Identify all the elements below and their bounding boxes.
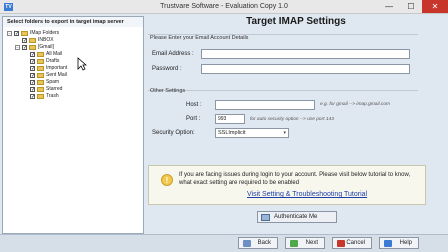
- help-button[interactable]: Help: [379, 237, 419, 249]
- footer-bar: Back Next Cancel Help: [0, 234, 448, 252]
- info-icon: !: [161, 174, 173, 186]
- cancel-x-icon: [337, 240, 345, 247]
- next-arrow-icon: [290, 240, 298, 247]
- folder-checkbox[interactable]: ✓: [14, 31, 19, 37]
- tree-item[interactable]: ✓ Sent Mail: [23, 72, 67, 79]
- folder-icon: [37, 87, 44, 92]
- collapse-toggle-icon[interactable]: −: [7, 31, 12, 36]
- port-label: Port :: [186, 116, 201, 122]
- host-hint: e.g. for gmail --> imap.gmail.com: [320, 102, 390, 107]
- email-input[interactable]: [201, 49, 410, 59]
- help-icon: [384, 240, 392, 247]
- tree-item-label: Trash: [46, 93, 59, 99]
- tutorial-link[interactable]: Visit Setting & Troubleshooting Tutorial: [247, 191, 367, 198]
- password-input[interactable]: [201, 64, 410, 74]
- back-label: Back: [257, 240, 271, 246]
- page-title: Target IMAP Settings: [246, 16, 346, 27]
- folder-icon: [21, 31, 28, 36]
- folder-checkbox[interactable]: ✓: [30, 52, 35, 58]
- folder-icon: [37, 73, 44, 78]
- host-label: Host :: [186, 102, 202, 108]
- folder-icon: [37, 52, 44, 57]
- mouse-cursor-icon: [77, 57, 87, 71]
- next-button[interactable]: Next: [285, 237, 325, 249]
- tree-item-label: Drafts: [46, 58, 60, 64]
- authenticate-button[interactable]: Authenticate Me: [257, 211, 337, 223]
- folder-icon: [29, 45, 36, 50]
- tree-item[interactable]: ✓ All Mail: [23, 51, 67, 58]
- chevron-down-icon: ▾: [283, 130, 286, 136]
- back-arrow-icon: [243, 240, 251, 247]
- tree-item[interactable]: ✓ Important: [23, 65, 67, 72]
- tree-item[interactable]: − ✓ IMap Folders: [7, 30, 67, 37]
- email-label: Email Address :: [152, 51, 194, 57]
- other-settings-label: Other Settings: [150, 88, 186, 94]
- tree-item-label: All Mail: [46, 51, 63, 57]
- password-label: Password :: [152, 66, 182, 72]
- cancel-button[interactable]: Cancel: [332, 237, 372, 249]
- port-hint: for auto security option --> use port 14…: [250, 117, 334, 122]
- tree-item-label: Spam: [46, 79, 60, 85]
- title-bar: TV Trustvare Software - Evaluation Copy …: [0, 0, 448, 14]
- port-input[interactable]: 993: [215, 114, 245, 124]
- tree-item[interactable]: ✓ Spam: [23, 79, 67, 86]
- maximize-button[interactable]: ☐: [400, 0, 422, 13]
- tree-item[interactable]: ✓ INBOX: [15, 37, 67, 44]
- help-label: Help: [399, 240, 412, 246]
- folder-checkbox[interactable]: ✓: [30, 73, 35, 79]
- tree-item-label: INBOX: [38, 37, 54, 43]
- folder-icon: [37, 94, 44, 99]
- back-button[interactable]: Back: [238, 237, 278, 249]
- folder-panel-header: Select folders to export in target imap …: [3, 17, 143, 27]
- cancel-label: Cancel: [346, 240, 365, 246]
- authenticate-label: Authenticate Me: [274, 214, 318, 220]
- account-details-section: Please Enter your Email Account Details …: [148, 34, 418, 80]
- folder-checkbox[interactable]: ✓: [30, 59, 35, 65]
- info-box: ! If you are facing issues during login …: [148, 165, 426, 205]
- folder-icon: [37, 59, 44, 64]
- folder-panel: Select folders to export in target imap …: [2, 16, 144, 234]
- folder-checkbox[interactable]: ✓: [22, 45, 27, 51]
- next-label: Next: [305, 240, 318, 246]
- close-button[interactable]: ✕: [422, 0, 448, 13]
- host-input[interactable]: [215, 100, 315, 110]
- folder-checkbox[interactable]: ✓: [30, 87, 35, 93]
- folder-checkbox[interactable]: ✓: [30, 66, 35, 72]
- other-settings-section: Other Settings Host : e.g. for gmail -->…: [148, 88, 418, 142]
- folder-checkbox[interactable]: ✓: [30, 80, 35, 86]
- security-label: Security Option:: [152, 130, 195, 136]
- folder-checkbox[interactable]: ✓: [30, 94, 35, 100]
- tree-item[interactable]: ✓ Starred: [23, 86, 67, 93]
- tree-item[interactable]: ✓ Trash: [23, 93, 67, 100]
- folder-icon: [29, 38, 36, 43]
- tree-item[interactable]: − ✓ [Gmail]: [15, 44, 67, 51]
- tree-item-label: IMap Folders: [30, 30, 60, 36]
- tree-item-label: Starred: [46, 86, 63, 92]
- tree-item-label: Sent Mail: [46, 72, 67, 78]
- security-select[interactable]: SSLImplicit ▾: [215, 128, 289, 138]
- folder-tree: − ✓ IMap Folders ✓ INBOX − ✓ [Gmail] ✓ All Mail ✓ D…: [7, 30, 67, 100]
- tree-item-label: [Gmail]: [38, 44, 54, 50]
- info-text: If you are facing issues during login to…: [179, 172, 411, 186]
- minimize-button[interactable]: —: [378, 0, 400, 13]
- security-select-value: SSLImplicit: [218, 130, 246, 136]
- tree-item[interactable]: ✓ Drafts: [23, 58, 67, 65]
- account-section-label: Please Enter your Email Account Details: [150, 35, 249, 41]
- folder-checkbox[interactable]: ✓: [22, 38, 27, 44]
- folder-icon: [37, 66, 44, 71]
- tree-item-label: Important: [46, 65, 68, 71]
- folder-icon: [37, 80, 44, 85]
- monitor-icon: [261, 214, 270, 221]
- collapse-toggle-icon[interactable]: −: [15, 45, 20, 50]
